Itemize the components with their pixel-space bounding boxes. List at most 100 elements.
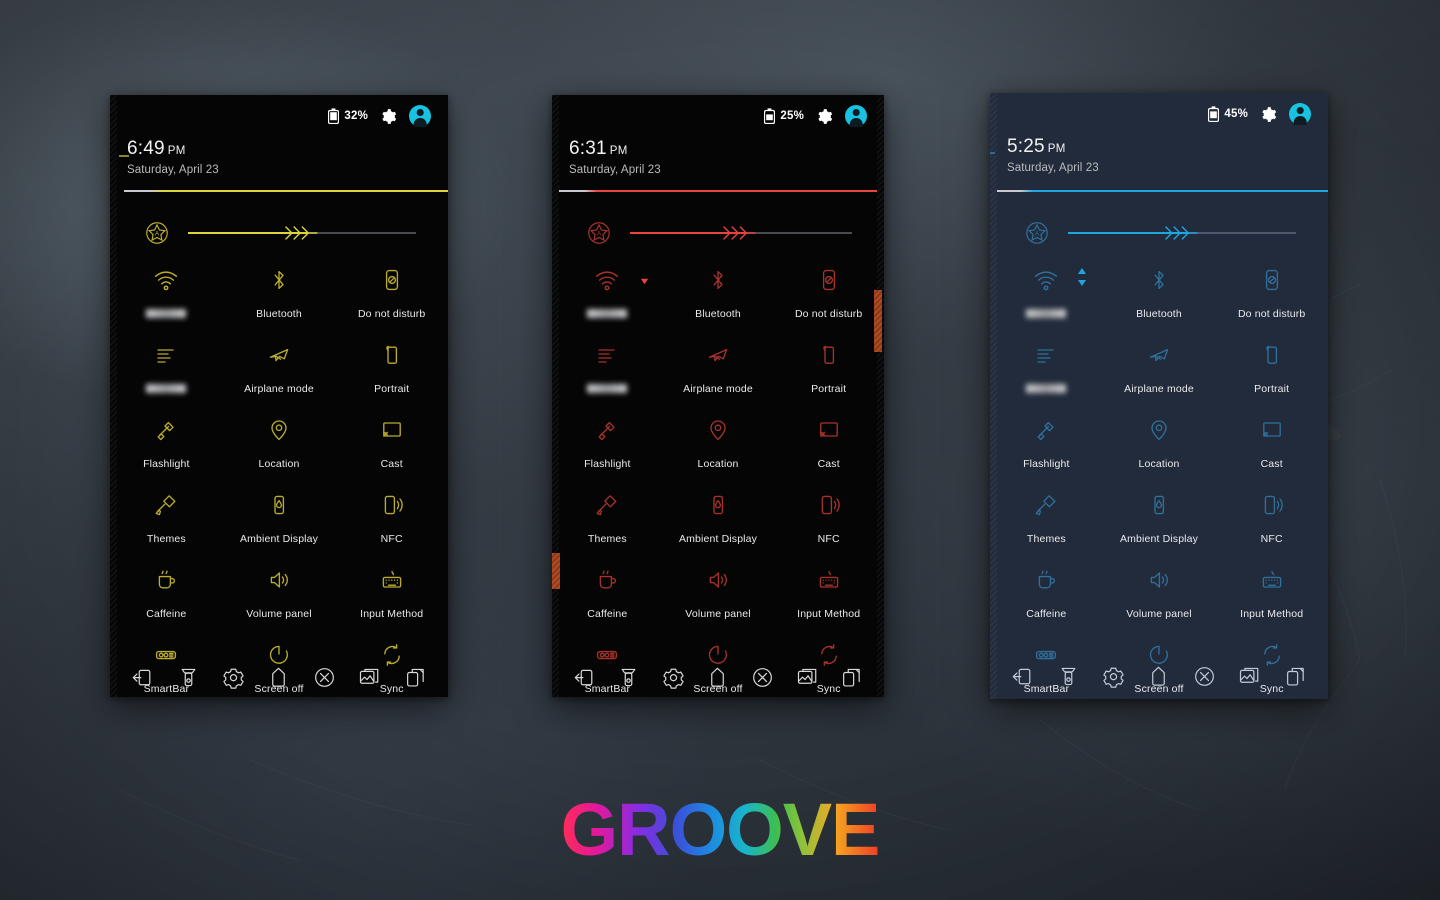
qs-tile-icon	[1034, 338, 1058, 372]
qs-tile-caffeine[interactable]: Caffeine	[110, 563, 223, 620]
qs-tile-icon	[595, 563, 619, 597]
brightness-slider[interactable]	[188, 222, 416, 244]
brightness-slider[interactable]	[630, 222, 852, 244]
qs-tile-nfc[interactable]: NFC	[335, 488, 448, 545]
arrow-thumb-icon[interactable]	[281, 223, 321, 243]
qs-tile-do-not-disturb[interactable]: Do not disturb	[1215, 263, 1328, 320]
qs-tile-flashlight[interactable]: Flashlight	[990, 413, 1103, 470]
quick-settings-tiles[interactable]: Bluetooth Do not disturb Airplane mode Port…	[990, 263, 1328, 699]
nav-gear-nav-button[interactable]	[1102, 665, 1125, 688]
qs-tile-volume-panel[interactable]: Volume panel	[223, 563, 336, 620]
qs-tile-mobile-data[interactable]	[552, 338, 663, 395]
qs-tile-label: Themes	[146, 533, 186, 545]
nav-home-button[interactable]	[267, 666, 290, 689]
qs-tile-nfc[interactable]: NFC	[1215, 488, 1328, 545]
nav-flashlight-nav-button[interactable]	[177, 666, 200, 689]
qs-tile-nfc[interactable]: NFC	[773, 488, 884, 545]
nav-flashlight-nav-button[interactable]	[617, 666, 640, 689]
navigation-bar[interactable]	[110, 660, 448, 694]
auto-brightness-star-icon[interactable]: A	[586, 220, 612, 246]
qs-tile-label-redacted	[146, 384, 187, 393]
qs-tile-airplane-mode[interactable]: Airplane mode	[1103, 338, 1216, 395]
qs-tile-caffeine[interactable]: Caffeine	[552, 563, 663, 620]
nav-gear-nav-button[interactable]	[662, 666, 685, 689]
nav-gallery-button[interactable]	[358, 666, 381, 689]
navigation-bar[interactable]	[552, 660, 884, 694]
qs-tile-input-method[interactable]: Input Method	[1215, 563, 1328, 620]
qs-tile-bluetooth[interactable]: Bluetooth	[223, 263, 336, 320]
arrow-thumb-icon[interactable]	[719, 223, 759, 243]
nav-flashlight-nav-button[interactable]	[1057, 665, 1080, 688]
navigation-bar[interactable]	[990, 659, 1328, 693]
qs-tile-bluetooth[interactable]: Bluetooth	[1103, 263, 1216, 320]
qs-tile-flashlight[interactable]: Flashlight	[110, 413, 223, 470]
qs-tile-ambient-display[interactable]: Ambient Display	[223, 488, 336, 545]
qs-tile-caffeine[interactable]: Caffeine	[990, 563, 1103, 620]
quick-settings-tiles[interactable]: Bluetooth Do not disturb Airplane mode Port…	[552, 263, 884, 697]
nav-close-x-button[interactable]	[1193, 665, 1216, 688]
nav-back-button[interactable]	[573, 666, 596, 689]
qs-tile-cast[interactable]: Cast	[1215, 413, 1328, 470]
qs-tile-cast[interactable]: Cast	[335, 413, 448, 470]
qs-tile-do-not-disturb[interactable]: Do not disturb	[335, 263, 448, 320]
qs-tile-wifi[interactable]	[990, 263, 1103, 320]
quick-settings-panel-blue[interactable]: 45% 5:25 PM Saturday, April 23 A Bluetoo…	[990, 93, 1328, 699]
airplane-icon	[708, 348, 728, 362]
nav-home-button[interactable]	[706, 666, 729, 689]
qs-tile-location[interactable]: Location	[223, 413, 336, 470]
qs-tile-mobile-data[interactable]	[990, 338, 1103, 395]
qs-tile-ambient-display[interactable]: Ambient Display	[1103, 488, 1216, 545]
nav-gallery-button[interactable]	[1238, 665, 1261, 688]
qs-tile-mobile-data[interactable]	[110, 338, 223, 395]
qs-tile-volume-panel[interactable]: Volume panel	[1103, 563, 1216, 620]
nav-gallery-button[interactable]	[796, 666, 819, 689]
brightness-slider-row[interactable]: A	[110, 217, 448, 249]
user-avatar-icon[interactable]	[845, 105, 867, 127]
qs-tile-wifi[interactable]	[552, 263, 663, 320]
qs-tile-airplane-mode[interactable]: Airplane mode	[223, 338, 336, 395]
nav-close-x-button[interactable]	[751, 666, 774, 689]
auto-brightness-star-icon[interactable]: A	[144, 220, 170, 246]
qs-tile-cast[interactable]: Cast	[773, 413, 884, 470]
brightness-slider[interactable]	[1068, 222, 1296, 244]
qs-tile-airplane-mode[interactable]: Airplane mode	[663, 338, 774, 395]
nav-gear-nav-button[interactable]	[222, 666, 245, 689]
qs-tile-do-not-disturb[interactable]: Do not disturb	[773, 263, 884, 320]
flashlight-icon	[157, 421, 175, 441]
nav-recents-button[interactable]	[404, 666, 427, 689]
qs-tile-location[interactable]: Location	[663, 413, 774, 470]
gear-icon[interactable]	[1260, 106, 1277, 123]
qs-tile-input-method[interactable]: Input Method	[335, 563, 448, 620]
nav-close-x-button[interactable]	[313, 666, 336, 689]
nav-back-button[interactable]	[131, 666, 154, 689]
nav-home-button[interactable]	[1147, 665, 1170, 688]
brightness-slider-row[interactable]: A	[990, 217, 1328, 249]
arrow-thumb-icon[interactable]	[1161, 223, 1201, 243]
nav-recents-button[interactable]	[1284, 665, 1307, 688]
qs-tile-themes[interactable]: Themes	[990, 488, 1103, 545]
qs-tile-portrait[interactable]: Portrait	[773, 338, 884, 395]
qs-tile-ambient-display[interactable]: Ambient Display	[663, 488, 774, 545]
qs-tile-volume-panel[interactable]: Volume panel	[663, 563, 774, 620]
quick-settings-tiles[interactable]: Bluetooth Do not disturb Airplane mode Port…	[110, 263, 448, 697]
user-avatar-icon[interactable]	[409, 105, 431, 127]
qs-tile-portrait[interactable]: Portrait	[335, 338, 448, 395]
qs-tile-bluetooth[interactable]: Bluetooth	[663, 263, 774, 320]
quick-settings-panel-yellow[interactable]: 32% 6:49 PM Saturday, April 23 A Bluetoo…	[110, 95, 448, 697]
qs-tile-flashlight[interactable]: Flashlight	[552, 413, 663, 470]
gear-icon[interactable]	[380, 108, 397, 125]
qs-tile-location[interactable]: Location	[1103, 413, 1216, 470]
qs-tile-wifi[interactable]	[110, 263, 223, 320]
qs-tile-portrait[interactable]: Portrait	[1215, 338, 1328, 395]
gear-icon[interactable]	[816, 108, 833, 125]
auto-brightness-star-icon[interactable]: A	[1024, 220, 1050, 246]
qs-tile-themes[interactable]: Themes	[552, 488, 663, 545]
brightness-slider-row[interactable]: A	[552, 217, 884, 249]
cast-icon	[819, 422, 838, 437]
qs-tile-input-method[interactable]: Input Method	[773, 563, 884, 620]
user-avatar-icon[interactable]	[1289, 103, 1311, 125]
nav-back-button[interactable]	[1011, 665, 1034, 688]
qs-tile-themes[interactable]: Themes	[110, 488, 223, 545]
nav-recents-button[interactable]	[840, 666, 863, 689]
quick-settings-panel-red[interactable]: 25% 6:31 PM Saturday, April 23 A Bluetoo…	[552, 95, 884, 697]
